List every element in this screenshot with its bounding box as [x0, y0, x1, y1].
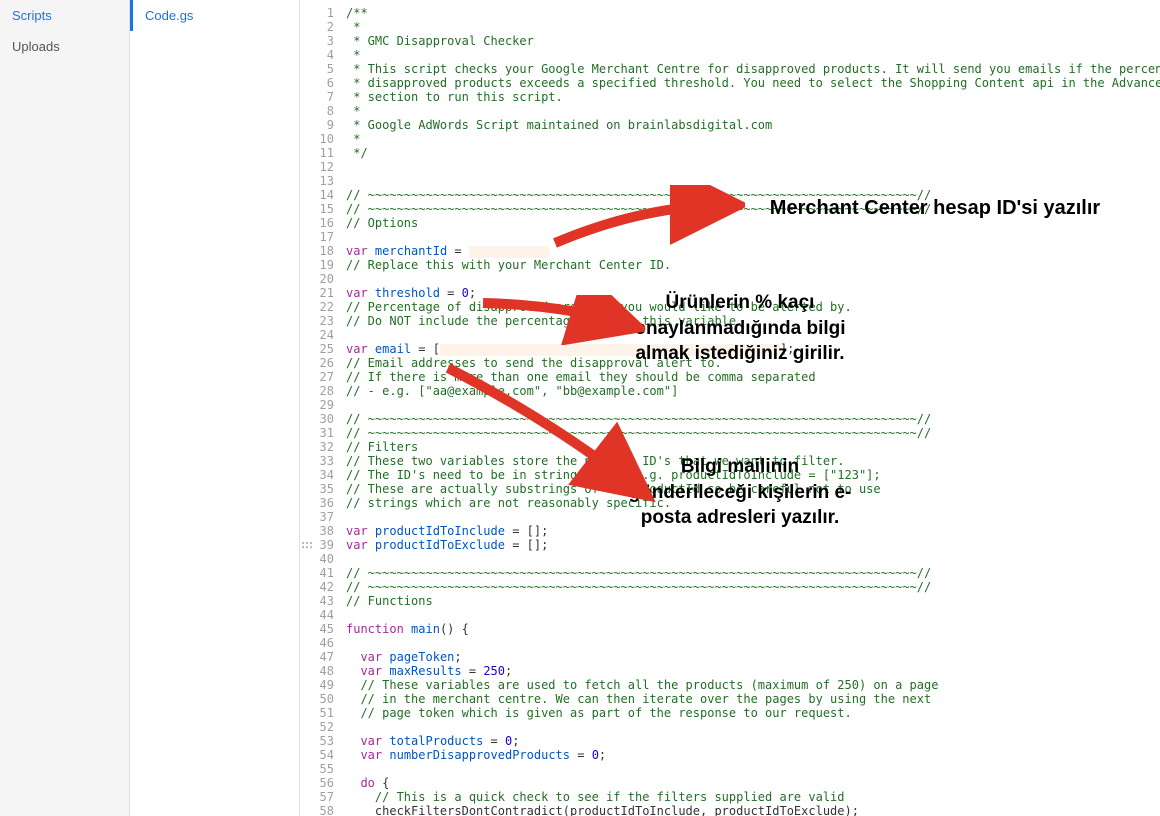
- code-line[interactable]: * section to run this script.: [346, 90, 1160, 104]
- code-line[interactable]: [346, 230, 1160, 244]
- code-line[interactable]: // This is a quick check to see if the f…: [346, 790, 1160, 804]
- code-line[interactable]: *: [346, 48, 1160, 62]
- code-line[interactable]: * disapproved products exceeds a specifi…: [346, 76, 1160, 90]
- code-line[interactable]: *: [346, 20, 1160, 34]
- code-line[interactable]: var merchantId =: [346, 244, 1160, 258]
- arrow-icon: [475, 295, 645, 345]
- code-line[interactable]: * GMC Disapproval Checker: [346, 34, 1160, 48]
- code-line[interactable]: var numberDisapprovedProducts = 0;: [346, 748, 1160, 762]
- code-line[interactable]: [346, 762, 1160, 776]
- code-line[interactable]: [346, 160, 1160, 174]
- code-line[interactable]: [346, 552, 1160, 566]
- code-line[interactable]: [346, 272, 1160, 286]
- code-editor[interactable]: 1234567891011121314151617181920212223242…: [300, 0, 1160, 816]
- annotation-merchant-id: Merchant Center hesap ID'si yazılır: [730, 195, 1140, 222]
- code-line[interactable]: var pageToken;: [346, 650, 1160, 664]
- code-line[interactable]: /**: [346, 6, 1160, 20]
- file-item-code-gs[interactable]: Code.gs: [130, 0, 299, 31]
- sidebar: Scripts Uploads: [0, 0, 130, 816]
- annotation-threshold: Ürünlerin % kaçı onaylanmadığında bilgi …: [620, 290, 860, 367]
- panel-resize-handle[interactable]: ⠿: [298, 540, 314, 550]
- code-line[interactable]: [346, 720, 1160, 734]
- code-line[interactable]: // These variables are used to fetch all…: [346, 678, 1160, 692]
- code-line[interactable]: // Replace this with your Merchant Cente…: [346, 258, 1160, 272]
- code-line[interactable]: [346, 636, 1160, 650]
- code-line[interactable]: // ~~~~~~~~~~~~~~~~~~~~~~~~~~~~~~~~~~~~~…: [346, 580, 1160, 594]
- line-number-gutter: 1234567891011121314151617181920212223242…: [300, 0, 342, 816]
- code-line[interactable]: checkFiltersDontContradict(productIdToIn…: [346, 804, 1160, 816]
- code-line[interactable]: [346, 608, 1160, 622]
- code-line[interactable]: function main() {: [346, 622, 1160, 636]
- code-line[interactable]: [346, 174, 1160, 188]
- code-line[interactable]: // Functions: [346, 594, 1160, 608]
- code-line[interactable]: *: [346, 104, 1160, 118]
- sidebar-item-uploads[interactable]: Uploads: [0, 31, 129, 62]
- arrow-icon: [545, 185, 745, 255]
- file-list: Code.gs: [130, 0, 300, 816]
- sidebar-item-scripts[interactable]: Scripts: [0, 0, 129, 31]
- code-line[interactable]: var totalProducts = 0;: [346, 734, 1160, 748]
- code-line[interactable]: var maxResults = 250;: [346, 664, 1160, 678]
- code-line[interactable]: */: [346, 146, 1160, 160]
- code-line[interactable]: // ~~~~~~~~~~~~~~~~~~~~~~~~~~~~~~~~~~~~~…: [346, 566, 1160, 580]
- arrow-icon: [440, 360, 660, 510]
- code-line[interactable]: * Google AdWords Script maintained on br…: [346, 118, 1160, 132]
- code-line[interactable]: // in the merchant centre. We can then i…: [346, 692, 1160, 706]
- code-line[interactable]: do {: [346, 776, 1160, 790]
- code-line[interactable]: *: [346, 132, 1160, 146]
- code-line[interactable]: var productIdToExclude = [];: [346, 538, 1160, 552]
- code-line[interactable]: // page token which is given as part of …: [346, 706, 1160, 720]
- code-line[interactable]: * This script checks your Google Merchan…: [346, 62, 1160, 76]
